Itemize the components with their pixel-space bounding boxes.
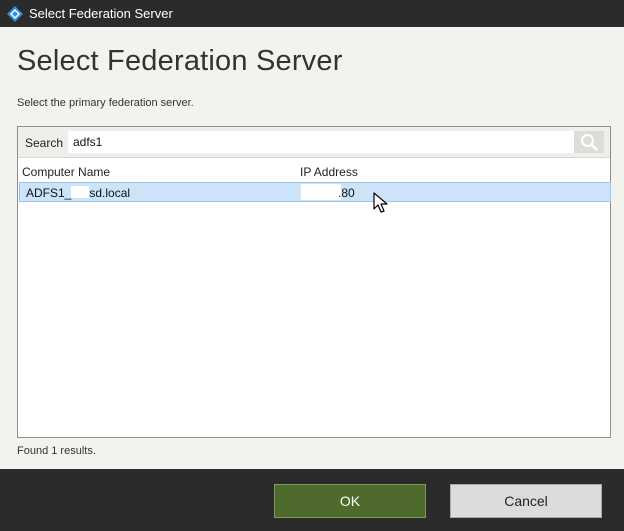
adfs-app-icon	[7, 5, 23, 22]
computer-name-suffix: sd.local	[89, 186, 131, 200]
ip-redaction-block	[301, 184, 341, 200]
window-title: Select Federation Server	[29, 6, 173, 21]
cancel-button[interactable]: Cancel	[450, 484, 602, 518]
search-label: Search	[25, 136, 64, 150]
dialog-footer: OK Cancel	[0, 469, 624, 531]
search-input[interactable]	[68, 131, 574, 153]
computer-name-prefix: ADFS1_	[26, 186, 72, 200]
dialog-content: Select Federation Server Select the prim…	[0, 27, 624, 469]
mouse-cursor-icon	[373, 192, 388, 213]
ip-address-cell: .80	[338, 186, 355, 200]
server-list-panel: Search Computer Name IP Address ADFS1_ sd…	[17, 126, 611, 438]
redaction-block	[71, 186, 90, 198]
page-subtitle: Select the primary federation server.	[17, 97, 194, 109]
ok-button[interactable]: OK	[274, 484, 426, 518]
search-bar: Search	[18, 127, 610, 158]
column-header-computer-name[interactable]: Computer Name	[22, 165, 110, 179]
search-icon	[581, 134, 598, 151]
title-bar: Select Federation Server	[0, 0, 624, 27]
dialog-window: Select Federation Server Select Federati…	[0, 0, 624, 531]
results-status: Found 1 results.	[17, 445, 96, 457]
column-header-ip-address[interactable]: IP Address	[300, 165, 358, 179]
search-button[interactable]	[574, 131, 604, 153]
page-title: Select Federation Server	[17, 45, 343, 77]
table-row[interactable]: ADFS1_ sd.local .80	[19, 182, 611, 202]
computer-name-cell: ADFS1_ sd.local	[26, 186, 130, 200]
